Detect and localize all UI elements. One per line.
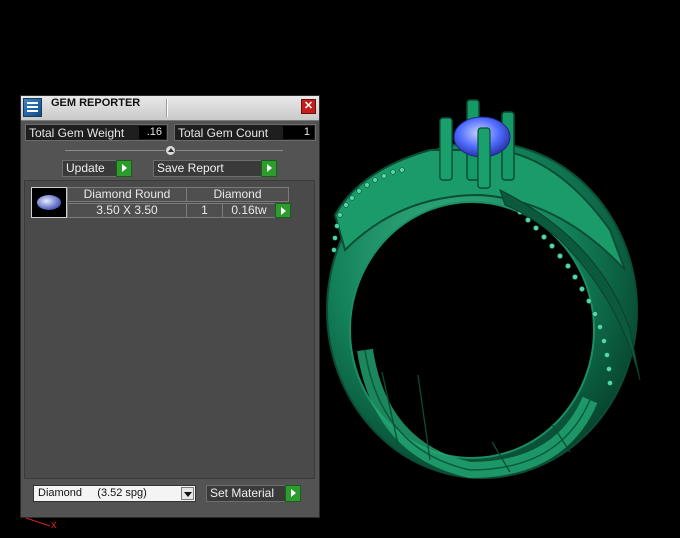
header-material: Diamond: [186, 187, 289, 202]
titlebar[interactable]: GEM REPORTER ✕: [21, 96, 319, 121]
save-report-label: Save Report: [157, 161, 224, 175]
diamond-round-icon: [31, 187, 67, 218]
gem-reporter-icon: [23, 98, 42, 117]
axis-indicator: [25, 517, 51, 527]
gem-weight: 0.16tw: [222, 203, 276, 218]
play-arrow-icon: [285, 485, 301, 502]
axis-x-label: x: [51, 519, 57, 531]
play-arrow-icon: [116, 160, 132, 177]
gem-count: 1: [186, 203, 223, 218]
set-material-button[interactable]: Set Material: [206, 485, 301, 502]
play-arrow-icon: [261, 160, 277, 177]
chevron-down-icon[interactable]: [181, 487, 194, 500]
save-report-button[interactable]: Save Report: [153, 160, 277, 177]
gem-size: 3.50 X 3.50: [67, 203, 187, 218]
total-gem-count-value: 1: [283, 126, 314, 139]
total-gem-weight-value: .16: [139, 126, 166, 139]
title-separator: [166, 99, 168, 117]
total-gem-weight: Total Gem Weight .16: [25, 124, 168, 141]
total-gem-weight-label: Total Gem Weight: [29, 126, 125, 140]
close-button[interactable]: ✕: [301, 99, 316, 114]
window-title: GEM REPORTER: [51, 97, 141, 109]
material-select[interactable]: Diamond (3.52 spg): [33, 485, 196, 502]
header-shape: Diamond Round: [67, 187, 187, 202]
update-button[interactable]: Update: [62, 160, 132, 177]
update-label: Update: [66, 161, 105, 175]
gem-list[interactable]: Diamond Round Diamond 3.50 X 3.50 1 0.16…: [24, 180, 315, 479]
total-gem-count-label: Total Gem Count: [178, 126, 269, 140]
row-play-arrow-icon[interactable]: [275, 203, 291, 218]
material-select-value: Diamond (3.52 spg): [38, 487, 147, 499]
total-gem-count: Total Gem Count 1: [174, 124, 316, 141]
collapse-toggle[interactable]: [165, 145, 176, 156]
set-material-label: Set Material: [210, 486, 275, 500]
gem-reporter-panel: GEM REPORTER ✕ Total Gem Weight .16 Tota…: [20, 95, 320, 518]
